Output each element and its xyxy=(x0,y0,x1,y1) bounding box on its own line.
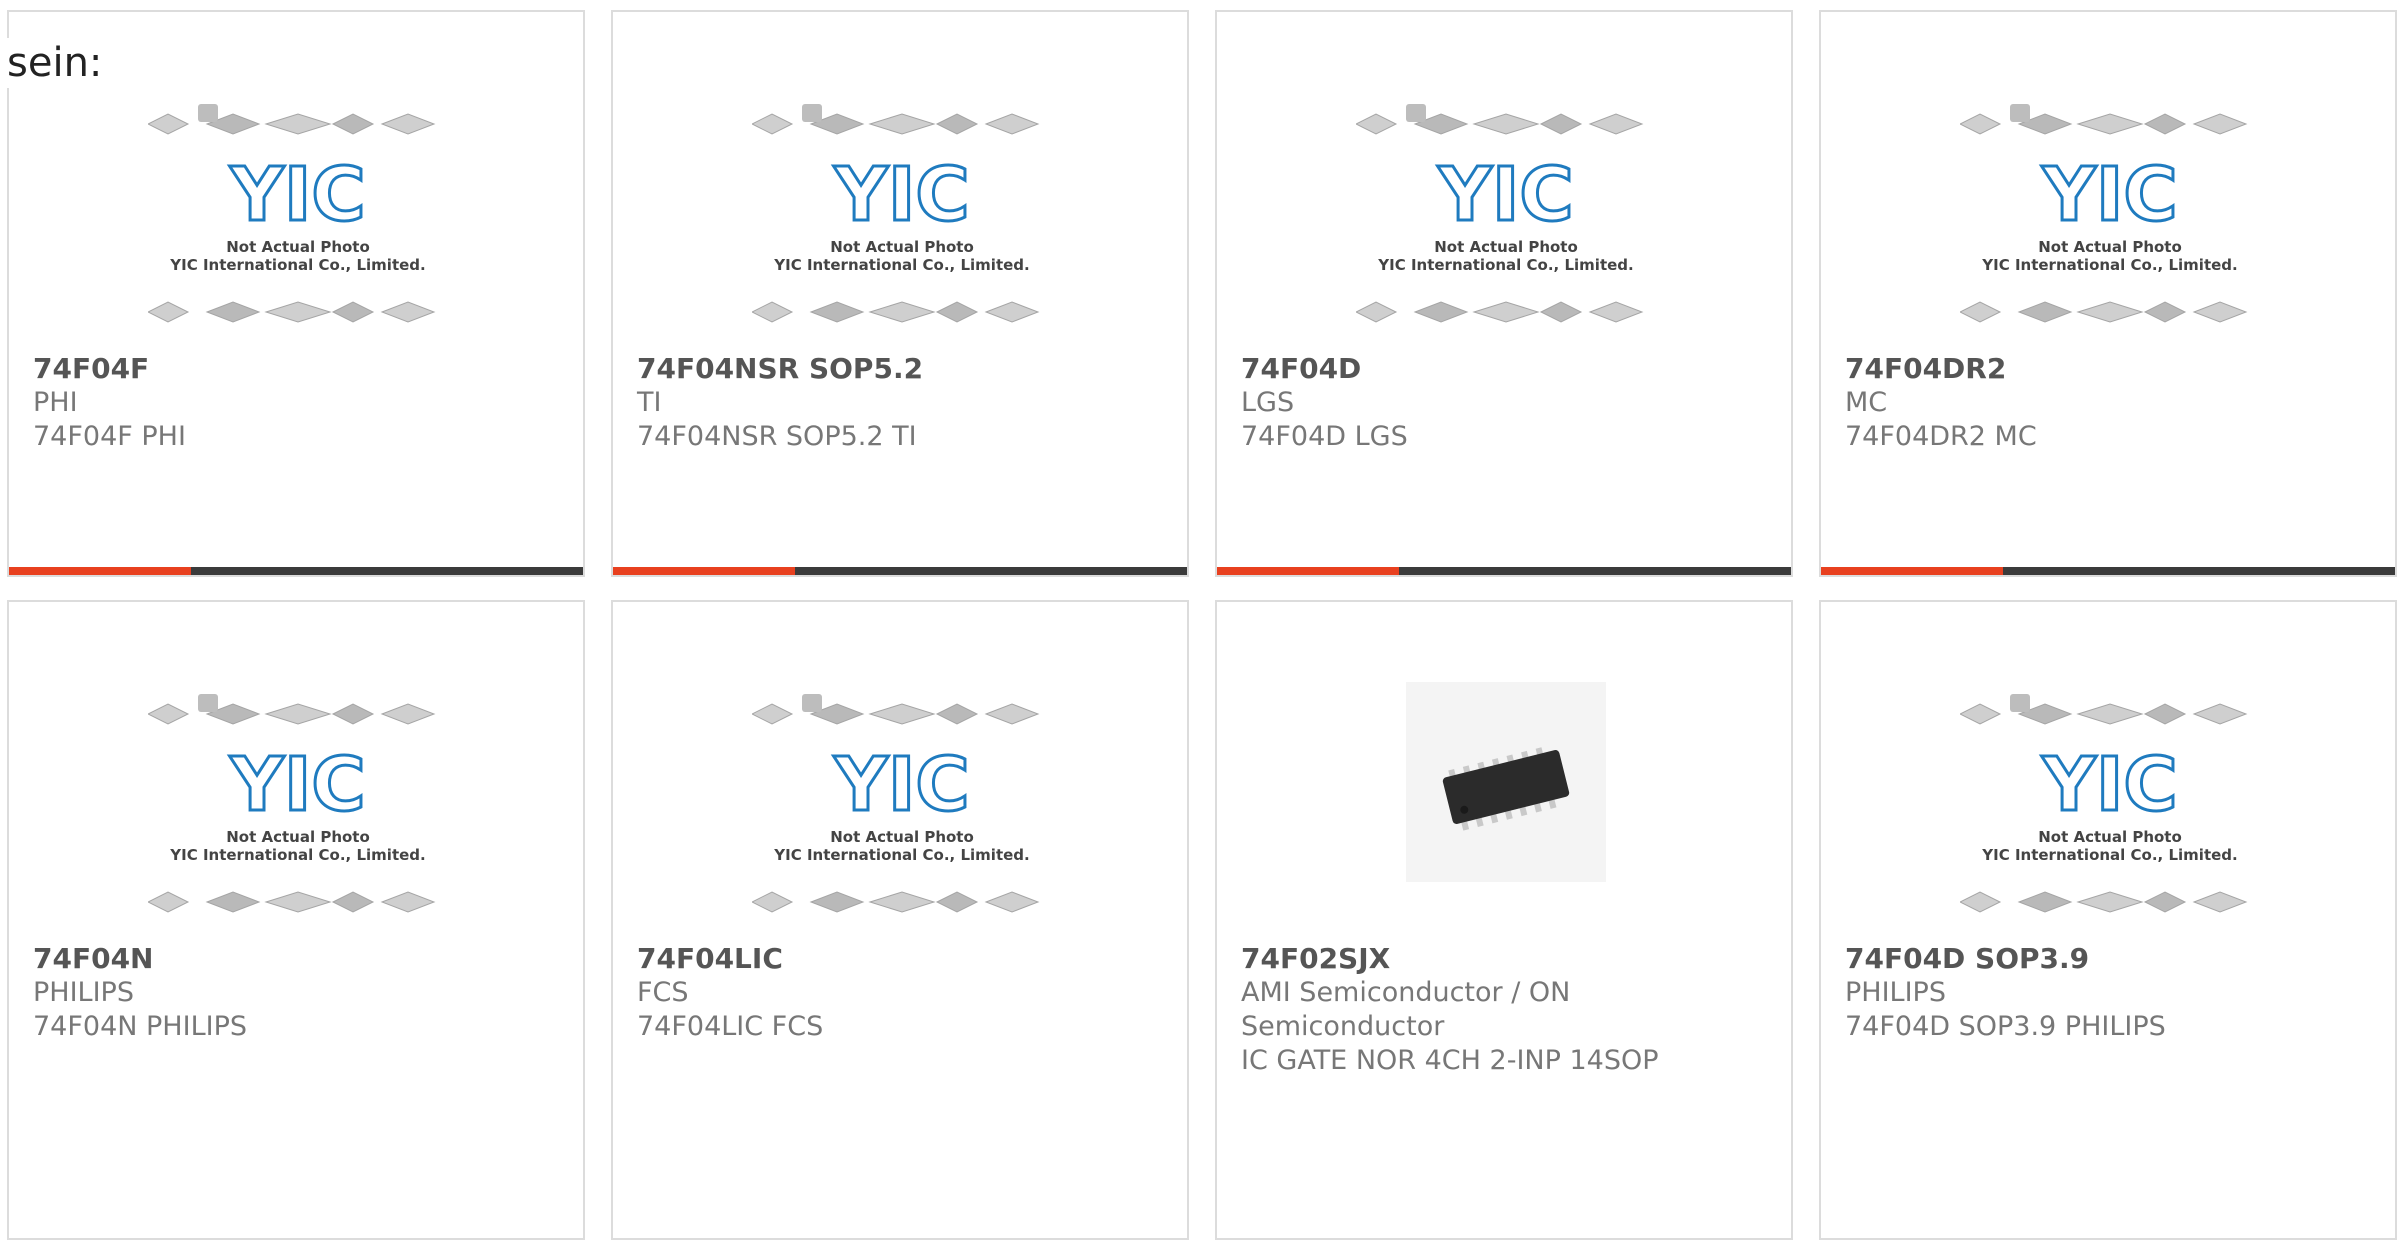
yic-logo-art: YICNot Actual PhotoYIC International Co.… xyxy=(752,104,1040,323)
manufacturer: PHILIPS xyxy=(33,977,134,1008)
description: IC GATE NOR 4CH 2-INP 14SOP xyxy=(1241,1045,1659,1076)
description: 74F04LIC FCS xyxy=(637,1011,824,1042)
yic-logo-art: YICNot Actual PhotoYIC International Co.… xyxy=(148,104,436,323)
placeholder-image: YIC Not Actual Photo YIC International Co.… xyxy=(9,92,583,362)
product-card[interactable]: YIC Not Actual Photo YIC International Co.… xyxy=(7,600,585,1240)
placeholder-image: YIC Not Actual Photo YIC International Co.… xyxy=(9,682,583,952)
product-card[interactable]: 74F02SJX AMI Semiconductor / ON Semicond… xyxy=(1215,600,1793,1240)
placeholder-caption-line2: YIC International Co., Limited. xyxy=(1981,846,2237,864)
placeholder-caption-line2: YIC International Co., Limited. xyxy=(169,256,425,274)
placeholder-caption-line2: YIC International Co., Limited. xyxy=(1377,256,1633,274)
product-card[interactable]: YIC Not Actual Photo YIC International Co.… xyxy=(1819,600,2397,1240)
placeholder-caption-line2: YIC International Co., Limited. xyxy=(773,846,1029,864)
card-progress-bar xyxy=(1821,567,2395,575)
part-number[interactable]: 74F04DR2 xyxy=(1845,352,2371,386)
intro-text: sein: xyxy=(7,38,103,88)
part-number[interactable]: 74F02SJX xyxy=(1241,942,1767,976)
description: 74F04D SOP3.9 PHILIPS xyxy=(1845,1011,2166,1042)
chip-photo xyxy=(1217,682,1791,952)
manufacturer: PHI xyxy=(33,387,78,418)
product-card[interactable]: YIC Not Actual Photo YIC International Co.… xyxy=(611,600,1189,1240)
bar-accent xyxy=(1217,567,1399,575)
placeholder-caption-line1: Not Actual Photo xyxy=(1434,238,1578,256)
product-card[interactable]: YIC Not Actual Photo YIC International Co.… xyxy=(611,10,1189,577)
placeholder-image: YIC Not Actual Photo YIC International Co.… xyxy=(1217,92,1791,362)
manufacturer: MC xyxy=(1845,387,1888,418)
yic-logo: YIC xyxy=(833,152,969,238)
yic-logo: YIC xyxy=(833,742,969,828)
placeholder-caption-line1: Not Actual Photo xyxy=(226,828,370,846)
description: 74F04DR2 MC xyxy=(1845,421,2037,452)
yic-logo: YIC xyxy=(229,152,365,238)
placeholder-image: YIC Not Actual Photo YIC International Co.… xyxy=(1821,92,2395,362)
part-number[interactable]: 74F04NSR SOP5.2 xyxy=(637,352,1163,386)
placeholder-caption-line1: Not Actual Photo xyxy=(2038,828,2182,846)
part-number[interactable]: 74F04D SOP3.9 xyxy=(1845,942,2371,976)
placeholder-caption-line2: YIC International Co., Limited. xyxy=(773,256,1029,274)
yic-logo-art: YICNot Actual PhotoYIC International Co.… xyxy=(1960,694,2248,913)
manufacturer: AMI Semiconductor / ON Semiconductor xyxy=(1241,977,1571,1042)
bar-accent xyxy=(1821,567,2003,575)
placeholder-caption-line1: Not Actual Photo xyxy=(226,238,370,256)
product-card[interactable]: YIC Not Actual Photo YIC International Co.… xyxy=(7,10,585,577)
yic-logo-art: YICNot Actual PhotoYIC International Co.… xyxy=(1356,104,1644,323)
bar-accent xyxy=(9,567,191,575)
manufacturer: PHILIPS xyxy=(1845,977,1946,1008)
part-number[interactable]: 74F04LIC xyxy=(637,942,1163,976)
part-number[interactable]: 74F04F xyxy=(33,352,559,386)
part-number[interactable]: 74F04D xyxy=(1241,352,1767,386)
yic-logo: YIC xyxy=(2041,742,2177,828)
manufacturer: LGS xyxy=(1241,387,1295,418)
description: 74F04D LGS xyxy=(1241,421,1408,452)
yic-logo-art: YICNot Actual PhotoYIC International Co.… xyxy=(1960,104,2248,323)
card-progress-bar xyxy=(9,567,583,575)
placeholder-image: YIC Not Actual Photo YIC International Co.… xyxy=(1821,682,2395,952)
yic-logo: YIC xyxy=(2041,152,2177,238)
placeholder-caption-line1: Not Actual Photo xyxy=(830,828,974,846)
yic-logo-art: YICNot Actual PhotoYIC International Co.… xyxy=(752,694,1040,913)
bar-accent xyxy=(613,567,795,575)
yic-logo-art: YICNot Actual PhotoYIC International Co.… xyxy=(148,694,436,913)
product-card[interactable]: YIC Not Actual Photo YIC International Co.… xyxy=(1215,10,1793,577)
card-progress-bar xyxy=(613,567,1187,575)
manufacturer: TI xyxy=(637,387,662,418)
description: 74F04F PHI xyxy=(33,421,186,452)
placeholder-caption-line2: YIC International Co., Limited. xyxy=(1981,256,2237,274)
manufacturer: FCS xyxy=(637,977,689,1008)
card-progress-bar xyxy=(1217,567,1791,575)
yic-logo: YIC xyxy=(1437,152,1573,238)
description: 74F04N PHILIPS xyxy=(33,1011,247,1042)
part-number[interactable]: 74F04N xyxy=(33,942,559,976)
placeholder-caption-line1: Not Actual Photo xyxy=(830,238,974,256)
placeholder-caption-line2: YIC International Co., Limited. xyxy=(169,846,425,864)
yic-logo: YIC xyxy=(229,742,365,828)
description: 74F04NSR SOP5.2 TI xyxy=(637,421,917,452)
placeholder-image: YIC Not Actual Photo YIC International Co.… xyxy=(613,92,1187,362)
placeholder-caption-line1: Not Actual Photo xyxy=(2038,238,2182,256)
placeholder-image: YIC Not Actual Photo YIC International Co.… xyxy=(613,682,1187,952)
product-card[interactable]: YIC Not Actual Photo YIC International Co.… xyxy=(1819,10,2397,577)
soic-chip-photo xyxy=(1406,682,1606,882)
